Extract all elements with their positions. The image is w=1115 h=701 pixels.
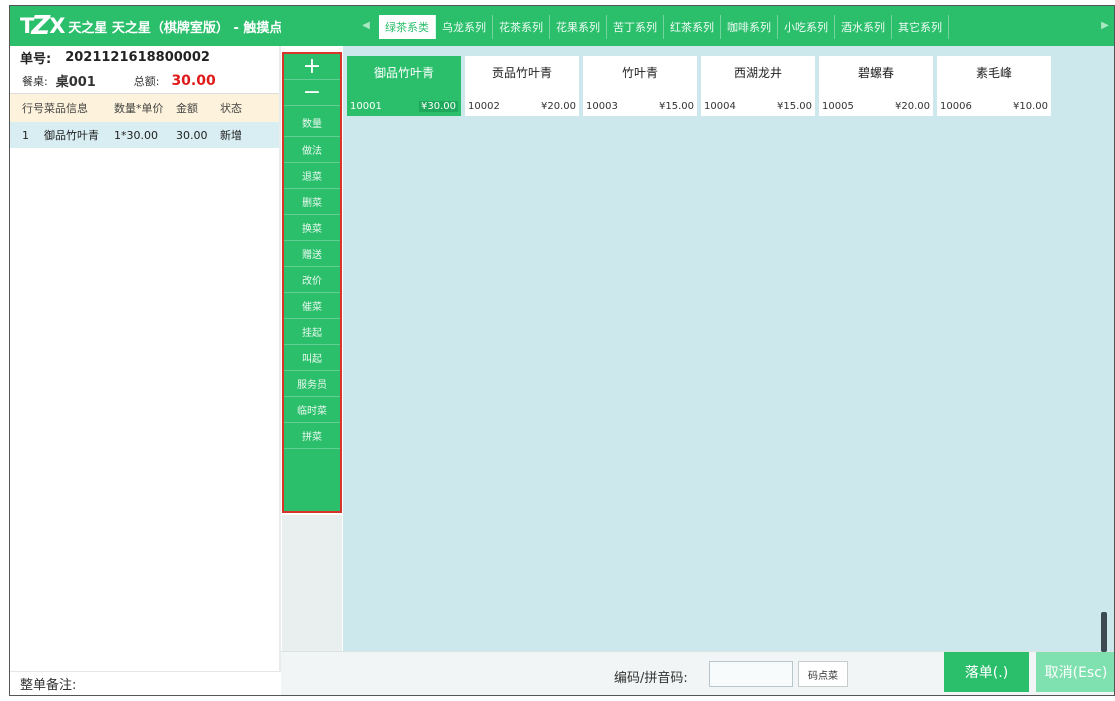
- tab-coffee[interactable]: 咖啡系列: [721, 15, 778, 39]
- tab-snacks[interactable]: 小吃系列: [778, 15, 835, 39]
- product-grid-area: 御品竹叶青 10001 ¥30.00 贡品竹叶青 10002 ¥20.00 竹叶…: [343, 46, 1114, 651]
- call-up-button[interactable]: 叫起: [284, 345, 340, 371]
- row-qty-price: 1*30.00: [114, 128, 158, 142]
- action-toolbar: + − 数量 做法 退菜 删菜 换菜 赠送 改价 催菜 挂起 叫起 服务员 临时…: [282, 52, 342, 513]
- product-card[interactable]: 竹叶青 10003 ¥15.00: [583, 56, 697, 116]
- table-row[interactable]: 1 御品竹叶青 1*30.00 30.00 新增: [10, 122, 281, 148]
- product-name: 素毛峰: [975, 66, 1012, 80]
- scroll-handle[interactable]: [1101, 612, 1107, 652]
- order-number-row: 单号: 2021121618800002: [10, 46, 281, 68]
- product-price: ¥30.00: [419, 101, 458, 112]
- product-code: 10002: [468, 101, 500, 112]
- code-input-label: 编码/拼音码:: [614, 671, 688, 686]
- tab-others[interactable]: 其它系列: [892, 15, 949, 39]
- col-qty-price: 数量*单价: [114, 102, 164, 115]
- col-item: 菜品信息: [44, 102, 88, 115]
- row-status: 新增: [220, 129, 242, 142]
- plus-button[interactable]: +: [284, 54, 340, 80]
- row-line: 1: [22, 128, 29, 142]
- product-price: ¥15.00: [777, 101, 812, 112]
- table-value: 桌001: [55, 75, 96, 90]
- product-price: ¥20.00: [541, 101, 576, 112]
- product-card[interactable]: 御品竹叶青 10001 ¥30.00: [347, 56, 461, 116]
- product-code: 10001: [350, 101, 382, 112]
- submit-order-button[interactable]: 落单(.): [944, 652, 1029, 692]
- product-name: 贡品竹叶青: [491, 66, 552, 80]
- app-title: 天之星 天之星（棋牌室版） - 触摸点单: [68, 20, 296, 36]
- waiter-button[interactable]: 服务员: [284, 371, 340, 397]
- title-bar: TZX 天之星 天之星（棋牌室版） - 触摸点单: [10, 6, 295, 46]
- col-line: 行号: [22, 102, 44, 115]
- category-tabs: 绿茶系类 乌龙系列 花茶系列 花果系列 苦丁系列 红茶系列 咖啡系列 小吃系列 …: [379, 15, 949, 39]
- product-price: ¥20.00: [895, 101, 930, 112]
- order-number-label: 单号:: [20, 51, 52, 67]
- change-price-button[interactable]: 改价: [284, 267, 340, 293]
- cancel-button[interactable]: 取消(Esc): [1036, 652, 1114, 692]
- order-meta-row: 餐桌: 桌001 总额: 30.00: [10, 68, 281, 94]
- minus-button[interactable]: −: [284, 80, 340, 106]
- code-order-button[interactable]: 码点菜: [798, 661, 848, 687]
- quantity-button[interactable]: 数量: [284, 106, 340, 137]
- app-window: TZX 天之星 天之星（棋牌室版） - 触摸点单 单号: 20211216188…: [9, 5, 1115, 696]
- product-code: 10003: [586, 101, 618, 112]
- temp-dish-button[interactable]: 临时菜: [284, 397, 340, 423]
- tab-kuding[interactable]: 苦丁系列: [607, 15, 664, 39]
- brand-logo: TZX: [20, 11, 65, 41]
- table-label: 餐桌:: [22, 74, 48, 88]
- tab-black-tea[interactable]: 红茶系列: [664, 15, 721, 39]
- row-name: 御品竹叶青: [44, 129, 99, 142]
- tab-oolong[interactable]: 乌龙系列: [436, 15, 493, 39]
- order-remark[interactable]: 整单备注:: [10, 671, 279, 695]
- order-panel: TZX 天之星 天之星（棋牌室版） - 触摸点单 单号: 20211216188…: [10, 6, 295, 695]
- method-button[interactable]: 做法: [284, 137, 340, 163]
- product-code: 10006: [940, 101, 972, 112]
- row-amount: 30.00: [176, 128, 208, 142]
- product-card[interactable]: 碧螺春 10005 ¥20.00: [819, 56, 933, 116]
- tab-flower-tea[interactable]: 花茶系列: [493, 15, 550, 39]
- triangle-left-icon[interactable]: ◀: [360, 19, 372, 33]
- product-name: 西湖龙井: [733, 66, 782, 80]
- delete-dish-button[interactable]: 删菜: [284, 189, 340, 215]
- product-price: ¥10.00: [1013, 101, 1048, 112]
- action-column-blank: [282, 515, 342, 651]
- combine-dish-button[interactable]: 拼菜: [284, 423, 340, 449]
- product-list: 御品竹叶青 10001 ¥30.00 贡品竹叶青 10002 ¥20.00 竹叶…: [347, 56, 1055, 116]
- product-name: 竹叶青: [621, 66, 658, 80]
- product-card[interactable]: 素毛峰 10006 ¥10.00: [937, 56, 1051, 116]
- product-name: 御品竹叶青: [373, 66, 434, 80]
- bottom-bar: 编码/拼音码: 码点菜 落单(.) 取消(Esc): [281, 651, 1114, 695]
- order-table-header: 行号 菜品信息 数量*单价 金额 状态: [10, 94, 281, 122]
- product-code: 10005: [822, 101, 854, 112]
- product-card[interactable]: 贡品竹叶青 10002 ¥20.00: [465, 56, 579, 116]
- tab-drinks[interactable]: 酒水系列: [835, 15, 892, 39]
- hold-button[interactable]: 挂起: [284, 319, 340, 345]
- col-amount: 金额: [176, 102, 198, 115]
- gift-button[interactable]: 赠送: [284, 241, 340, 267]
- product-price: ¥15.00: [659, 101, 694, 112]
- total-value: 30.00: [171, 72, 216, 89]
- tab-green-tea[interactable]: 绿茶系类: [379, 15, 436, 39]
- product-card[interactable]: 西湖龙井 10004 ¥15.00: [701, 56, 815, 116]
- triangle-right-icon[interactable]: ▶: [1099, 19, 1111, 33]
- category-tab-bar: ◀ 绿茶系类 乌龙系列 花茶系列 花果系列 苦丁系列 红茶系列 咖啡系列 小吃系…: [281, 6, 1114, 46]
- tab-fruit-tea[interactable]: 花果系列: [550, 15, 607, 39]
- swap-dish-button[interactable]: 换菜: [284, 215, 340, 241]
- product-code: 10004: [704, 101, 736, 112]
- order-number-value: 2021121618800002: [65, 49, 210, 65]
- product-name: 碧螺春: [857, 66, 894, 80]
- return-dish-button[interactable]: 退菜: [284, 163, 340, 189]
- remark-label: 整单备注:: [20, 678, 77, 693]
- total-label: 总额:: [133, 74, 160, 88]
- panel-divider: [279, 46, 281, 672]
- rush-dish-button[interactable]: 催菜: [284, 293, 340, 319]
- col-status: 状态: [220, 102, 242, 115]
- code-input[interactable]: [709, 661, 793, 687]
